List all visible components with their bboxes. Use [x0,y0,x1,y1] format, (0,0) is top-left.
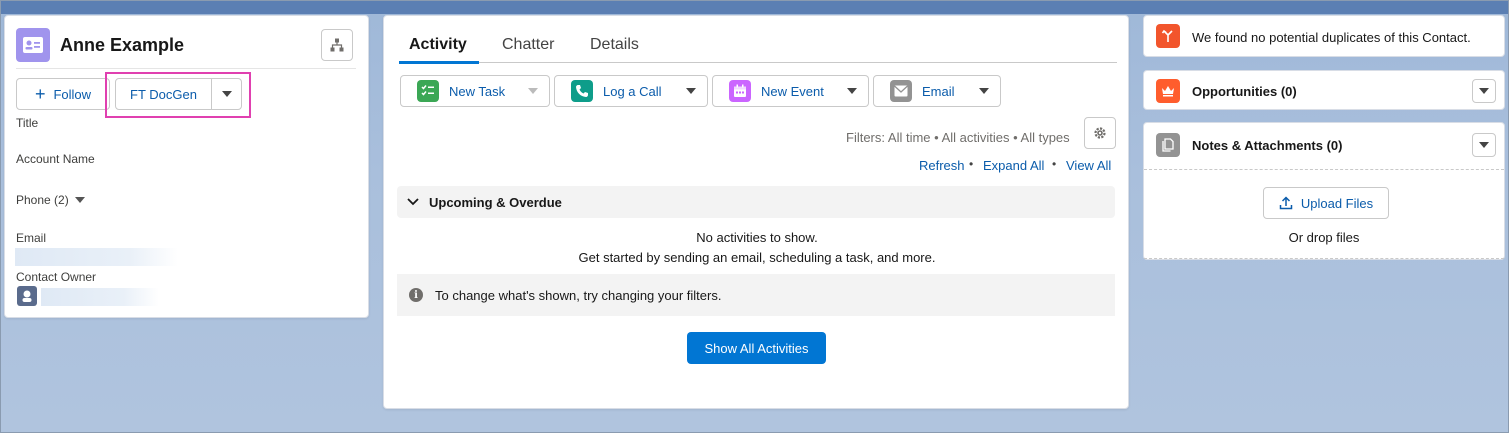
info-icon: i [409,288,423,302]
email-button[interactable]: Email [873,75,971,107]
new-task-dropdown[interactable] [517,75,550,107]
separator-dot: • [969,157,974,171]
email-dropdown[interactable] [968,75,1001,107]
opportunities-menu-button[interactable] [1472,79,1496,103]
log-call-button[interactable]: Log a Call [554,75,679,107]
empty-state-title: No activities to show. [696,230,818,245]
tab-divider [399,62,1117,63]
opportunities-card: Opportunities (0) [1143,70,1505,110]
caret-down-icon [847,88,857,94]
gear-icon [1094,127,1106,139]
follow-label: Follow [53,86,92,102]
plus-icon: + [34,84,46,104]
contact-name: Anne Example [60,34,185,55]
new-event-label: New Event [761,83,824,99]
caret-down-icon [528,88,538,94]
caret-down-icon [1479,142,1489,148]
activity-card: Activity Chatter Details New Task Log a … [383,15,1129,409]
log-call-dropdown[interactable] [675,75,708,107]
caret-down-icon [1479,88,1489,94]
tab-details[interactable]: Details [590,36,639,54]
upload-icon [1279,196,1293,210]
caret-down-icon [221,91,232,97]
new-task-button[interactable]: New Task [400,75,535,107]
caret-down-icon [686,88,696,94]
notes-menu-button[interactable] [1472,133,1496,157]
empty-state-subtitle: Get started by sending an email, schedul… [578,250,936,265]
expand-all-link[interactable]: Expand All [983,158,1044,173]
calendar-icon [729,80,751,102]
drop-files-text: Or drop files [1288,230,1360,245]
duplicates-message: We found no potential duplicates of this… [1192,30,1471,45]
upload-files-label: Upload Files [1300,195,1374,211]
filter-info-text: To change what's shown, try changing you… [435,287,722,303]
title-label: Title [16,116,39,130]
view-all-link[interactable]: View All [1066,158,1111,173]
page-header-band [0,0,1509,14]
phone-label: Phone (2) [16,193,69,207]
filters-summary: Filters: All time • All activities • All… [846,130,1070,145]
docgen-label: FT DocGen [130,86,197,102]
follow-button[interactable]: + Follow [16,78,110,110]
new-event-button[interactable]: New Event [712,75,840,107]
section-title: Upcoming & Overdue [429,194,562,210]
envelope-icon [890,80,912,102]
file-drop-zone[interactable]: Upload Files Or drop files [1144,169,1504,259]
notes-attachments-card: Notes & Attachments (0) Upload Files Or … [1143,122,1505,260]
email-label: Email [922,83,955,99]
active-tab-indicator [399,61,479,64]
phone-icon [571,80,593,102]
ft-docgen-button[interactable]: FT DocGen [115,78,212,110]
duplicates-card: We found no potential duplicates of this… [1143,15,1505,57]
chevron-down-icon [407,198,419,206]
filter-settings-button[interactable] [1084,117,1116,149]
owner-name-redacted [41,288,159,306]
hierarchy-icon [330,38,344,52]
separator-dot: • [1052,157,1057,171]
new-event-dropdown[interactable] [836,75,869,107]
file-icon [1156,133,1180,157]
crown-icon [1156,79,1180,103]
filter-info-bar: i To change what's shown, try changing y… [397,274,1115,316]
caret-down-icon [979,88,989,94]
hierarchy-button[interactable] [321,29,353,61]
contact-highlights-card: Anne Example + Follow FT DocGen Title Ac… [4,15,369,318]
upload-files-button[interactable]: Upload Files [1263,187,1389,219]
tab-chatter[interactable]: Chatter [502,36,554,54]
task-icon [417,80,439,102]
phone-field[interactable]: Phone (2) [16,193,85,207]
tab-activity[interactable]: Activity [409,36,467,54]
user-avatar-icon [22,290,32,302]
contact-header: Anne Example [16,28,184,62]
more-actions-dropdown[interactable] [211,78,242,110]
refresh-link[interactable]: Refresh [919,158,965,173]
account-name-label: Account Name [16,152,95,166]
notes-title[interactable]: Notes & Attachments (0) [1192,138,1342,153]
show-all-activities-button[interactable]: Show All Activities [687,332,826,364]
contact-owner-label: Contact Owner [16,270,97,284]
upcoming-overdue-section[interactable]: Upcoming & Overdue [397,186,1115,218]
merge-icon [1156,24,1180,48]
email-label: Email [16,231,47,245]
log-call-label: Log a Call [603,83,662,99]
caret-down-icon [74,197,85,203]
email-value-redacted [15,248,178,266]
opportunities-title[interactable]: Opportunities (0) [1192,84,1297,99]
header-divider [16,68,356,69]
owner-avatar[interactable] [17,286,37,306]
contact-card-icon [16,28,50,62]
new-task-label: New Task [449,83,506,99]
